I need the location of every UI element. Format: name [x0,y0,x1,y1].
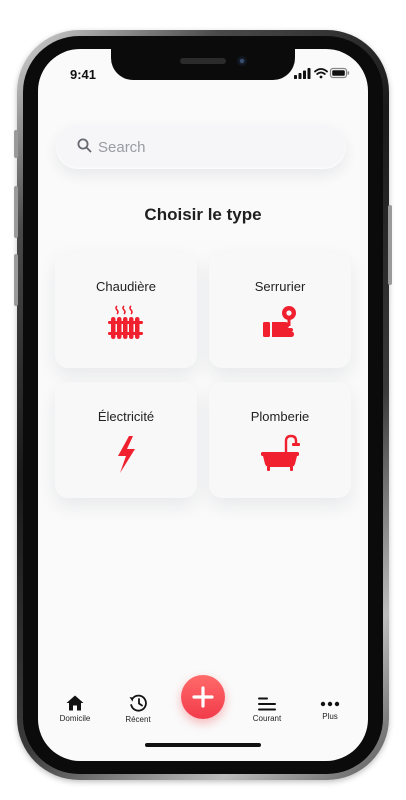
status-icons [294,66,350,80]
nav-current-label: Courant [252,714,282,723]
nav-home[interactable]: Domicile [45,695,105,723]
home-icon [66,695,84,711]
page-title: Choisir le type [144,205,262,224]
type-card-plomberie[interactable]: Plomberie [209,382,351,498]
search-icon [77,138,92,153]
mute-switch [14,130,18,158]
locksmith-key-hand-icon [263,306,296,337]
volume-down-button [14,254,18,306]
nav-recent-label: Récent [125,715,151,724]
nav-recent[interactable]: Récent [108,694,168,724]
type-card-label: Plomberie [250,409,310,424]
type-card-label: Électricité [97,409,155,424]
nav-current[interactable]: Courant [237,697,297,723]
radiator-icon [108,305,143,339]
nav-home-label: Domicile [59,714,91,723]
home-indicator[interactable] [145,743,261,747]
add-icon [192,686,214,708]
notch [111,49,295,80]
type-card-serrurier[interactable]: Serrurier [209,252,351,368]
type-card-electricite[interactable]: Électricité [55,382,197,498]
type-card-label: Chaudière [96,279,156,294]
battery-icon [329,67,350,79]
wifi-icon [314,68,328,79]
status-time: 9:41 [70,67,97,82]
bathtub-faucet-icon [261,434,300,471]
nav-more[interactable]: Plus [300,699,360,721]
nav-more-label: Plus [322,712,338,721]
lightning-bolt-icon [118,436,135,473]
more-dots-icon [320,701,340,707]
signal-icon [294,68,311,79]
history-icon [129,694,147,712]
search-input[interactable]: Search [98,139,146,156]
type-card-chaudiere[interactable]: Chaudière [55,252,197,368]
front-camera [237,56,247,66]
add-button[interactable] [181,675,225,719]
type-card-label: Serrurier [254,279,306,294]
search-bar[interactable]: Search [56,125,346,169]
speaker-grille [180,58,226,64]
menu-list-icon [258,697,276,711]
